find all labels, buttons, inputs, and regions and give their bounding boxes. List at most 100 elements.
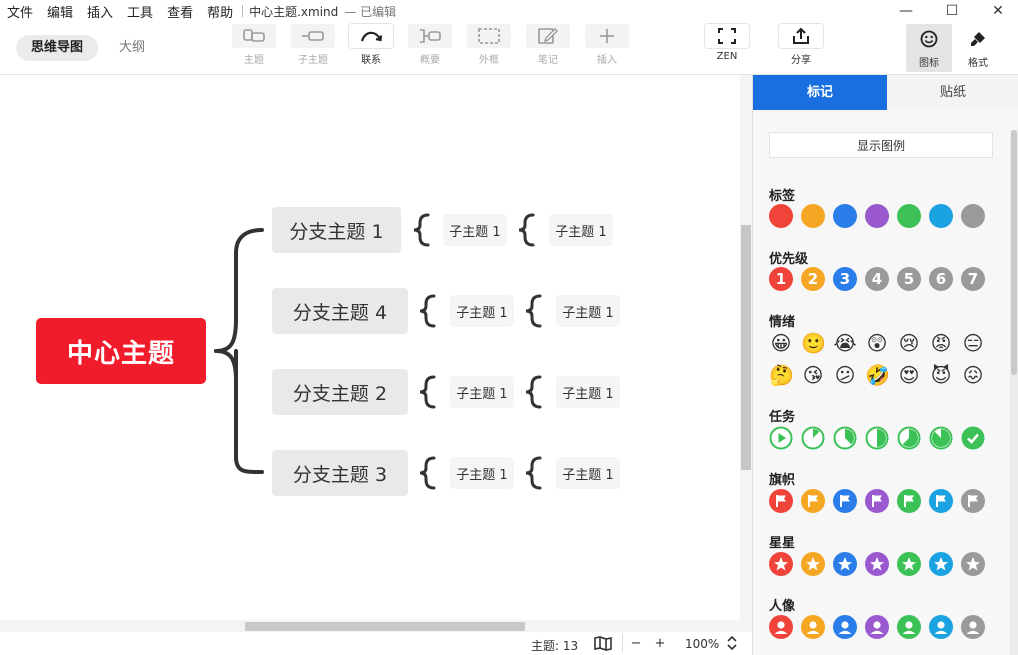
subtopic-3-1[interactable]: 子主题 1 — [450, 457, 514, 489]
menu-insert[interactable]: 插入 — [80, 2, 120, 21]
minimize-button[interactable]: — — [883, 0, 929, 22]
emoji-marker[interactable]: 😑 — [961, 331, 985, 355]
task-progress-icon[interactable] — [833, 426, 857, 450]
subtopic-4-2[interactable]: 子主题 1 — [556, 295, 620, 327]
person-icon[interactable] — [769, 615, 793, 639]
topic-button[interactable]: 主题 — [230, 24, 278, 66]
subtopic-3-2[interactable]: 子主题 1 — [556, 457, 620, 489]
flag-icon[interactable] — [801, 489, 825, 513]
tab-stickers[interactable]: 贴纸 — [887, 75, 1018, 110]
emoji-marker[interactable]: 😍 — [897, 363, 921, 387]
emoji-marker[interactable]: 😕 — [833, 363, 857, 387]
share-button[interactable]: 分享 — [777, 24, 825, 66]
subtopic-2-1[interactable]: 子主题 1 — [450, 376, 514, 408]
label-marker[interactable] — [929, 204, 953, 228]
task-progress-icon[interactable] — [769, 426, 793, 450]
emoji-marker[interactable]: 😖 — [961, 363, 985, 387]
flag-icon[interactable] — [769, 489, 793, 513]
emoji-marker[interactable]: 😘 — [801, 363, 825, 387]
task-progress-icon[interactable] — [929, 426, 953, 450]
emoji-marker[interactable]: 😡 — [929, 331, 953, 355]
task-progress-icon[interactable] — [801, 426, 825, 450]
priority-marker[interactable]: 6 — [929, 267, 953, 291]
show-legend-button[interactable]: 显示图例 — [769, 132, 993, 158]
zoom-level[interactable]: 100% — [685, 637, 719, 651]
branch-topic-3[interactable]: 分支主题 3 — [272, 450, 408, 496]
central-topic[interactable]: 中心主题 — [36, 318, 206, 384]
task-progress-icon[interactable] — [865, 426, 889, 450]
canvas-horizontal-scroll-thumb[interactable] — [245, 622, 525, 631]
branch-topic-1[interactable]: 分支主题 1 — [272, 207, 401, 253]
format-panel-button[interactable]: 格式 — [955, 24, 1001, 72]
mindmap-canvas[interactable]: 中心主题 分支主题 1 子主题 1 子主题 1 分支主题 4 子主题 1 子主题… — [0, 75, 752, 632]
zoom-out-button[interactable]: − — [628, 636, 644, 652]
menu-file[interactable]: 文件 — [0, 2, 40, 21]
priority-marker[interactable]: 4 — [865, 267, 889, 291]
panel-scroll-thumb[interactable] — [1011, 130, 1017, 375]
branch-topic-2[interactable]: 分支主题 2 — [272, 369, 408, 415]
notes-button[interactable]: 笔记 — [524, 24, 572, 66]
flag-icon[interactable] — [897, 489, 921, 513]
flag-icon[interactable] — [865, 489, 889, 513]
zoom-in-button[interactable]: + — [652, 636, 668, 652]
flag-icon[interactable] — [961, 489, 985, 513]
subtopic-2-2[interactable]: 子主题 1 — [556, 376, 620, 408]
flag-icon[interactable] — [833, 489, 857, 513]
label-marker[interactable] — [865, 204, 889, 228]
person-icon[interactable] — [865, 615, 889, 639]
label-marker[interactable] — [801, 204, 825, 228]
map-icon[interactable] — [594, 636, 612, 654]
priority-marker[interactable]: 3 — [833, 267, 857, 291]
emoji-marker[interactable]: 🙂 — [801, 331, 826, 355]
star-icon[interactable] — [865, 552, 889, 576]
label-marker[interactable] — [833, 204, 857, 228]
tab-outline[interactable]: 大纲 — [104, 35, 160, 61]
summary-button[interactable]: 概要 — [406, 24, 454, 66]
zen-button[interactable]: ZEN — [703, 24, 751, 62]
subtopic-4-1[interactable]: 子主题 1 — [450, 295, 514, 327]
task-progress-icon[interactable] — [961, 426, 985, 450]
person-icon[interactable] — [833, 615, 857, 639]
canvas-vertical-scroll-thumb[interactable] — [741, 225, 751, 470]
star-icon[interactable] — [897, 552, 921, 576]
icon-panel-button[interactable]: 图标 — [906, 24, 952, 72]
person-icon[interactable] — [929, 615, 953, 639]
emoji-marker[interactable]: 😲 — [865, 331, 889, 355]
emoji-marker[interactable]: 😀 — [769, 331, 793, 355]
subtopic-button[interactable]: 子主题 — [289, 24, 337, 66]
priority-marker[interactable]: 7 — [961, 267, 985, 291]
menu-edit[interactable]: 编辑 — [40, 2, 80, 21]
insert-button[interactable]: 插入 — [583, 24, 631, 66]
tab-mindmap[interactable]: 思维导图 — [16, 35, 99, 61]
flag-icon[interactable] — [929, 489, 953, 513]
maximize-button[interactable]: ☐ — [929, 0, 975, 22]
emoji-marker[interactable]: 🤔 — [769, 363, 794, 387]
menu-view[interactable]: 查看 — [160, 2, 200, 21]
star-icon[interactable] — [961, 552, 985, 576]
emoji-marker[interactable]: 🤣 — [865, 363, 890, 387]
emoji-marker[interactable]: 😈 — [929, 363, 953, 387]
menu-tools[interactable]: 工具 — [120, 2, 160, 21]
star-icon[interactable] — [929, 552, 953, 576]
tab-markers[interactable]: 标记 — [753, 75, 887, 110]
star-icon[interactable] — [769, 552, 793, 576]
person-icon[interactable] — [961, 615, 985, 639]
star-icon[interactable] — [801, 552, 825, 576]
person-icon[interactable] — [897, 615, 921, 639]
star-icon[interactable] — [833, 552, 857, 576]
branch-topic-4[interactable]: 分支主题 4 — [272, 288, 408, 334]
menu-help[interactable]: 帮助 — [200, 2, 240, 21]
relationship-button[interactable]: 联系 — [347, 24, 395, 66]
subtopic-1-1[interactable]: 子主题 1 — [443, 214, 507, 246]
close-button[interactable]: ✕ — [975, 0, 1018, 22]
priority-marker[interactable]: 2 — [801, 267, 825, 291]
priority-marker[interactable]: 5 — [897, 267, 921, 291]
task-progress-icon[interactable] — [897, 426, 921, 450]
emoji-marker[interactable]: 😢 — [897, 331, 921, 355]
label-marker[interactable] — [769, 204, 793, 228]
person-icon[interactable] — [801, 615, 825, 639]
zoom-stepper-icon[interactable] — [726, 635, 738, 654]
label-marker[interactable] — [961, 204, 985, 228]
boundary-button[interactable]: 外框 — [465, 24, 513, 66]
label-marker[interactable] — [897, 204, 921, 228]
